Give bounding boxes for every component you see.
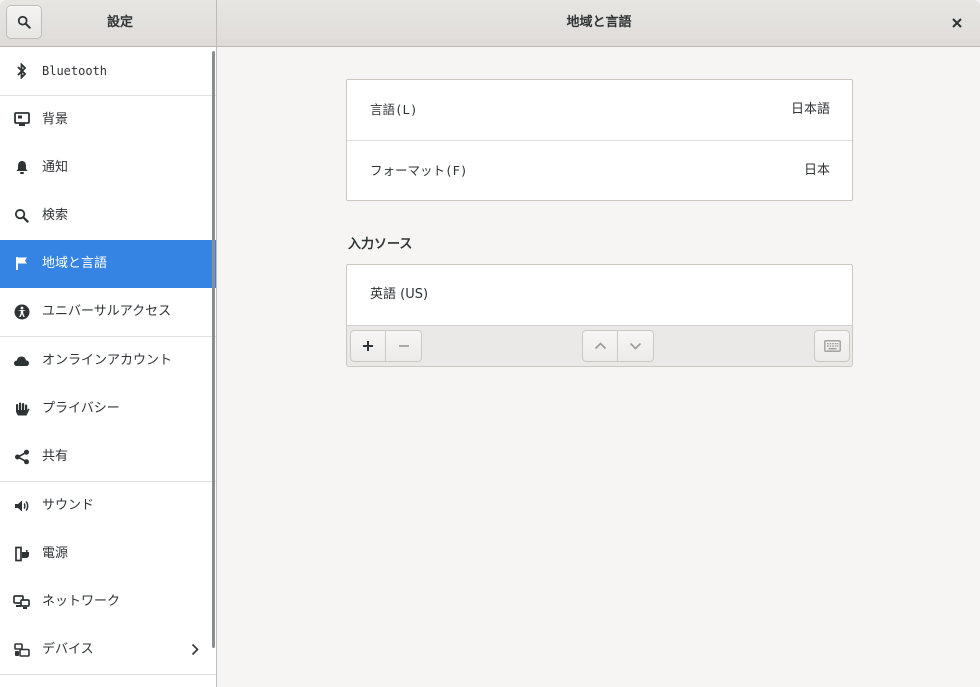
sidebar-item-label: 共有 xyxy=(42,449,69,464)
keyboard-icon xyxy=(823,340,841,352)
sidebar-item-background[interactable]: 背景 xyxy=(0,96,216,144)
sidebar-item-label: デバイス xyxy=(42,642,94,657)
sidebar-item-label: プライバシー xyxy=(42,401,120,416)
minus-icon xyxy=(398,345,409,347)
sidebar-item-label: Bluetooth xyxy=(42,64,108,78)
format-row[interactable]: フォーマット(F) 日本 xyxy=(347,140,852,200)
sidebar-item-label: 通知 xyxy=(42,160,69,175)
cloud-icon xyxy=(13,352,30,369)
language-row[interactable]: 言語(L) 日本語 xyxy=(347,80,852,140)
sidebar-item-search[interactable]: 検索 xyxy=(0,192,216,240)
sidebar-item-label: ユニバーサルアクセス xyxy=(42,304,172,319)
search-icon xyxy=(17,15,31,29)
power-plug-icon xyxy=(13,545,30,562)
flag-icon xyxy=(13,255,30,272)
sidebar-item-region-language[interactable]: 地域と言語 xyxy=(0,240,216,288)
sidebar-item-power[interactable]: 電源 xyxy=(0,530,216,578)
move-up-button[interactable] xyxy=(582,330,618,362)
search-icon xyxy=(13,207,30,224)
sidebar-item-label: 電源 xyxy=(42,546,69,561)
network-icon xyxy=(13,593,30,610)
devices-icon xyxy=(13,641,30,658)
input-source-item[interactable]: 英語 (US) xyxy=(347,265,852,326)
accessibility-icon xyxy=(13,303,30,320)
bell-icon xyxy=(13,159,30,176)
search-button[interactable] xyxy=(6,5,42,39)
bluetooth-icon xyxy=(13,62,30,79)
sidebar-item-label: オンラインアカウント xyxy=(42,353,173,368)
sidebar-item-label: ネットワーク xyxy=(42,594,121,609)
sidebar-item-bluetooth[interactable]: Bluetooth xyxy=(0,47,216,95)
input-sources-list: 英語 (US) xyxy=(346,264,853,326)
move-down-button[interactable] xyxy=(618,330,654,362)
sidebar-item-online-accounts[interactable]: オンラインアカウント xyxy=(0,337,216,385)
input-sources-heading: 入力ソース xyxy=(348,237,413,252)
sidebar-item-label: サウンド xyxy=(42,498,95,513)
input-source-label: 英語 (US) xyxy=(370,287,429,302)
chevron-down-icon xyxy=(629,342,642,350)
sidebar-item-label: 背景 xyxy=(42,112,69,127)
sidebar-item-label: 地域と言語 xyxy=(42,256,108,271)
language-label: 言語(L) xyxy=(370,102,418,117)
close-button[interactable] xyxy=(948,14,966,32)
sidebar-header: 設定 xyxy=(0,0,217,46)
sidebar-item-sharing[interactable]: 共有 xyxy=(0,433,216,481)
header-bar: 設定 地域と言語 xyxy=(0,0,980,47)
chevron-up-icon xyxy=(594,342,606,350)
background-icon xyxy=(13,111,30,128)
divider xyxy=(0,674,216,675)
sidebar-item-privacy[interactable]: プライバシー xyxy=(0,385,216,433)
language-value: 日本語 xyxy=(790,102,830,117)
hand-icon xyxy=(13,400,30,417)
sidebar-scrollbar[interactable] xyxy=(212,51,215,648)
sidebar-item-label: 検索 xyxy=(42,208,69,223)
remove-input-source-button[interactable] xyxy=(386,330,422,362)
sidebar-item-universal-access[interactable]: ユニバーサルアクセス xyxy=(0,288,216,336)
sidebar-item-devices[interactable]: デバイス xyxy=(0,626,216,674)
chevron-right-icon xyxy=(191,643,199,660)
speaker-icon xyxy=(13,497,30,514)
language-format-panel: 言語(L) 日本語 フォーマット(F) 日本 xyxy=(346,79,853,201)
sidebar-item-network[interactable]: ネットワーク xyxy=(0,578,216,626)
input-sources-toolbar xyxy=(346,325,853,367)
keyboard-layout-button[interactable] xyxy=(814,330,850,362)
sidebar-item-sound[interactable]: サウンド xyxy=(0,482,216,530)
page-title: 地域と言語 xyxy=(566,15,632,30)
format-label: フォーマット(F) xyxy=(370,163,468,178)
close-icon xyxy=(952,18,962,28)
sidebar: Bluetooth 背景 通知 検索 地域と言語 ユニバーサルアクセス オンライ… xyxy=(0,47,217,687)
sidebar-title: 設定 xyxy=(106,15,133,30)
sidebar-item-notifications[interactable]: 通知 xyxy=(0,144,216,192)
plus-icon xyxy=(363,341,373,351)
add-input-source-button[interactable] xyxy=(350,330,386,362)
format-value: 日本 xyxy=(803,163,830,178)
share-icon xyxy=(13,448,30,465)
